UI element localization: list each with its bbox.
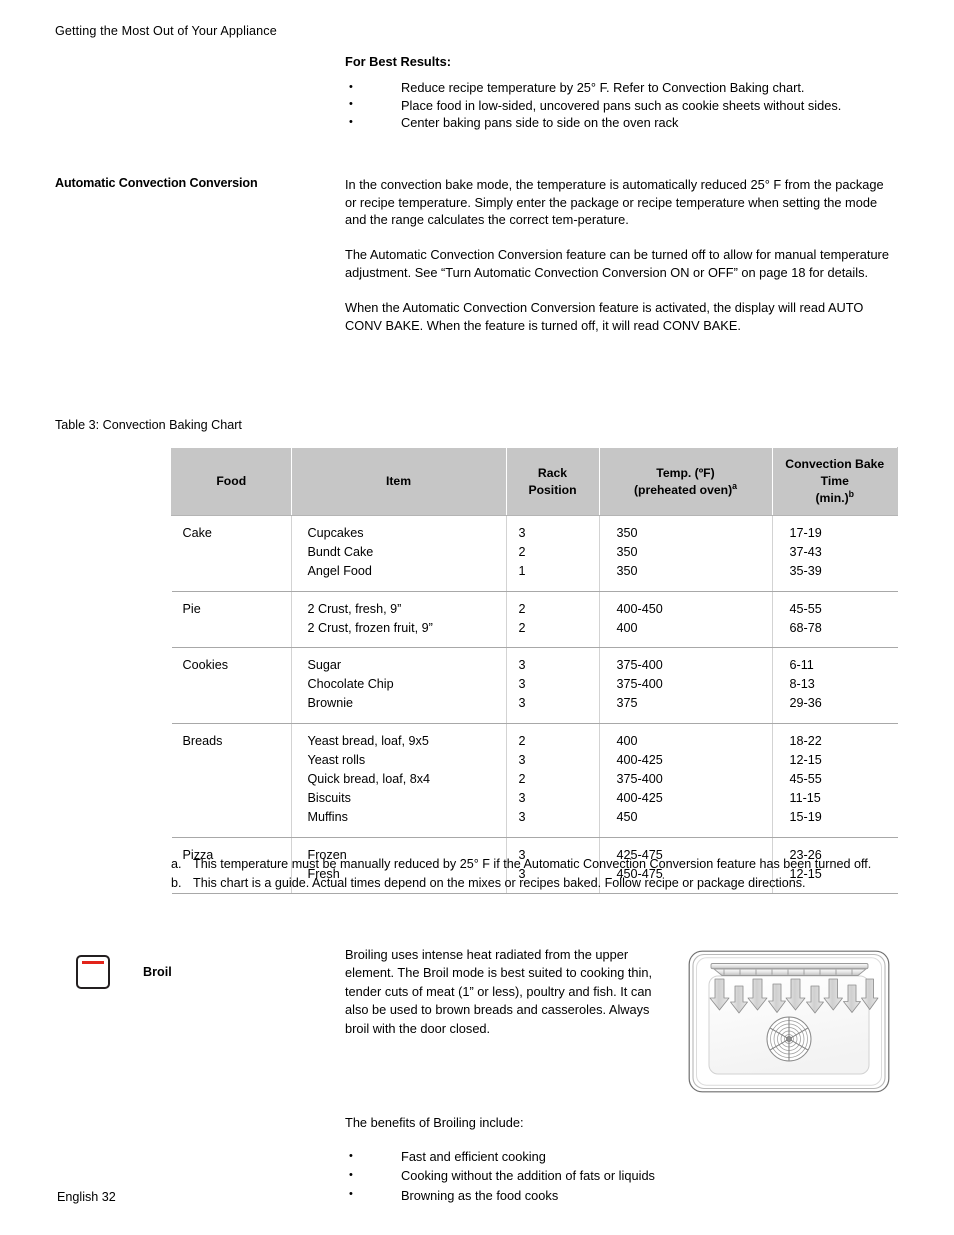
auto-convection-body: In the convection bake mode, the tempera… [345,176,898,334]
cell-time: 6-11 8-13 29-36 [771,647,898,724]
list-item: Reduce recipe temperature by 25° F. Refe… [345,79,898,97]
column-header-item: Item [290,447,507,516]
cell-item: Yeast bread, loaf, 9x5 Yeast rolls Quick… [290,723,506,838]
cell-time: 17-19 37-43 35-39 [771,515,898,592]
cell-item: 2 Crust, fresh, 9” 2 Crust, frozen fruit… [290,591,506,649]
paragraph: When the Automatic Convection Conversion… [345,300,864,333]
cell-time: 45-55 68-78 [771,591,898,649]
paragraph: In the convection bake mode, the tempera… [345,177,884,228]
table-footnotes: a. This temperature must be manually red… [171,855,901,893]
cell-temp: 400 400-425 375-400 400-425 450 [598,723,772,838]
broil-element-bar [81,960,104,964]
paragraph: The Automatic Convection Conversion feat… [345,247,889,280]
footnote-marker-a: a [732,480,738,491]
list-item: Place food in low-sided, uncovered pans … [345,96,898,115]
cell-time: 18-22 12-15 45-55 11-15 15-19 [771,723,898,838]
column-header-bake-time: Convection Bake Time (min.)b [771,447,898,516]
broil-benefits: The benefits of Broiling include: Fast a… [345,1115,865,1205]
broil-oven-diagram [688,950,890,1093]
list-item: Fast and efficient cooking [345,1146,865,1166]
cell-food: Cookies [171,647,291,724]
cell-food: Pie [171,591,291,649]
cell-rack: 3 3 3 [505,647,599,724]
footnote-a: a. This temperature must be manually red… [171,857,872,871]
for-best-results-bullets: Reduce recipe temperature by 25° F. Refe… [345,79,898,132]
table-row: Cookies Sugar Chocolate Chip Brownie 3 3… [171,647,898,724]
document-page: Getting the Most Out of Your Appliance F… [0,0,954,1235]
convection-baking-chart: Food Item Rack Position Temp. (ºF) (preh… [171,447,898,895]
auto-convection-label: Automatic Convection Conversion [55,176,258,190]
cell-temp: 375-400 375-400 375 [598,647,772,724]
cell-food: Cake [171,515,291,592]
table-body: Cake Cupcakes Bundt Cake Angel Food 3 2 … [171,515,898,895]
list-item: Browning as the food cooks [345,1185,865,1205]
table-row: Cake Cupcakes Bundt Cake Angel Food 3 2 … [171,515,898,592]
cell-food: Breads [171,723,291,838]
footnote-marker-b: b [848,488,855,499]
list-item: Center baking pans side to side on the o… [345,114,898,132]
table-row: Breads Yeast bread, loaf, 9x5 Yeast roll… [171,723,898,838]
cell-temp: 400-450 400 [598,591,772,649]
broil-label: Broil [143,965,172,979]
cell-item: Cupcakes Bundt Cake Angel Food [290,515,506,592]
for-best-results-heading: For Best Results: [345,54,451,69]
paragraph: Broiling uses intense heat radiated from… [345,947,653,1036]
table-row: Pie 2 Crust, fresh, 9” 2 Crust, frozen f… [171,591,898,649]
table-caption: Table 3: Convection Baking Chart [55,418,242,432]
broil-benefits-heading: The benefits of Broiling include: [345,1115,524,1130]
column-header-rack-position: Rack Position [505,447,600,516]
cell-temp: 350 350 350 [598,515,772,592]
page-footer: English 32 [57,1190,116,1204]
running-header: Getting the Most Out of Your Appliance [55,24,277,38]
cell-item: Sugar Chocolate Chip Brownie [290,647,506,724]
column-header-food: Food [171,447,292,516]
table-header-row: Food Item Rack Position Temp. (ºF) (preh… [171,447,898,516]
broil-mode-icon [76,955,110,989]
footnote-b: b. This chart is a guide. Actual times d… [171,876,806,891]
cell-rack: 2 2 [505,591,599,649]
cell-rack: 2 3 2 3 3 [505,723,599,838]
list-item: Cooking without the addition of fats or … [345,1166,865,1186]
broil-description: Broiling uses intense heat radiated from… [345,946,671,1038]
cell-rack: 3 2 1 [505,515,599,592]
column-header-temperature: Temp. (ºF) (preheated oven)a [598,447,773,516]
